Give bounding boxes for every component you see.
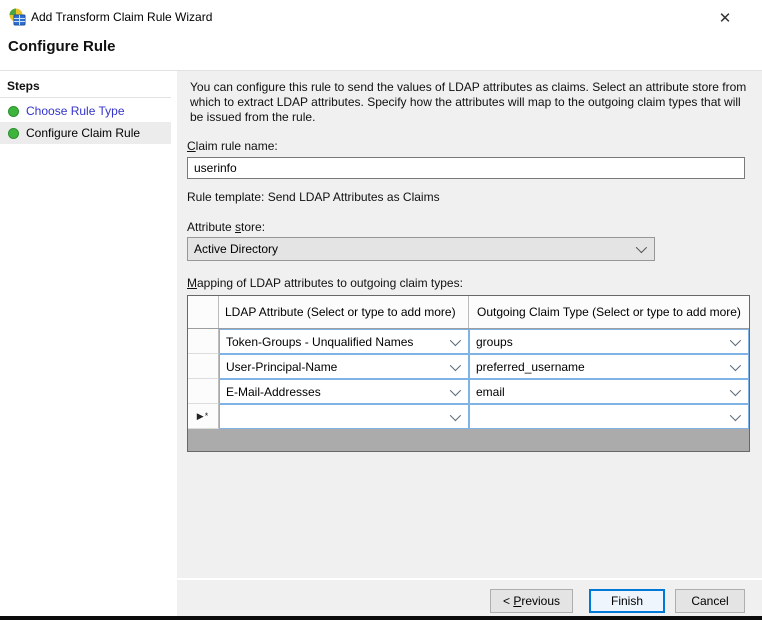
step-completed-icon xyxy=(8,128,19,139)
chevron-down-icon xyxy=(636,242,647,253)
steps-heading: Steps xyxy=(7,79,40,93)
cancel-button[interactable]: Cancel xyxy=(675,589,745,613)
step-completed-icon xyxy=(8,106,19,117)
table-row: User-Principal-Name preferred_username xyxy=(188,354,749,379)
close-icon[interactable]: ✕ xyxy=(714,7,736,29)
attribute-store-label: Attribute store: xyxy=(187,220,265,234)
row-selector-header xyxy=(188,296,219,328)
rule-template-text: Rule template: Send LDAP Attributes as C… xyxy=(187,190,440,204)
chevron-down-icon xyxy=(730,384,741,395)
rule-description: You can configure this rule to send the … xyxy=(190,80,752,125)
chevron-down-icon xyxy=(450,409,461,420)
table-empty-area xyxy=(188,429,749,451)
mapping-label: Mapping of LDAP attributes to outgoing c… xyxy=(187,276,463,290)
chevron-down-icon xyxy=(450,359,461,370)
outgoing-claim-type-column-header: Outgoing Claim Type (Select or type to a… xyxy=(469,296,749,328)
ldap-attribute-select[interactable]: E-Mail-Addresses xyxy=(219,379,469,404)
row-selector[interactable] xyxy=(188,379,219,404)
outgoing-claim-type-select[interactable]: groups xyxy=(469,329,749,354)
title-bar: Add Transform Claim Rule Wizard ✕ xyxy=(0,0,762,34)
chevron-down-icon xyxy=(730,334,741,345)
ldap-mapping-table: LDAP Attribute (Select or type to add mo… xyxy=(187,295,750,452)
row-selector[interactable] xyxy=(188,329,219,354)
chevron-down-icon xyxy=(450,384,461,395)
chevron-down-icon xyxy=(450,334,461,345)
row-selector[interactable] xyxy=(188,354,219,379)
table-row: E-Mail-Addresses email xyxy=(188,379,749,404)
ldap-attribute-select[interactable]: Token-Groups - Unqualified Names xyxy=(219,329,469,354)
window-bottom-edge xyxy=(0,616,762,620)
chevron-down-icon xyxy=(730,359,741,370)
page-title: Configure Rule xyxy=(8,38,116,55)
window-title: Add Transform Claim Rule Wizard xyxy=(31,10,212,24)
configure-rule-panel: You can configure this rule to send the … xyxy=(177,71,762,578)
outgoing-claim-type-select[interactable]: email xyxy=(469,379,749,404)
previous-button[interactable]: < Previous xyxy=(490,589,573,613)
ldap-attribute-select[interactable]: User-Principal-Name xyxy=(219,354,469,379)
ldap-attribute-column-header: LDAP Attribute (Select or type to add mo… xyxy=(219,296,469,328)
step-label: Configure Claim Rule xyxy=(26,126,140,140)
table-row: Token-Groups - Unqualified Names groups xyxy=(188,329,749,354)
outgoing-claim-type-select[interactable] xyxy=(469,404,749,429)
outgoing-claim-type-select[interactable]: preferred_username xyxy=(469,354,749,379)
chevron-down-icon xyxy=(730,409,741,420)
attribute-store-select[interactable]: Active Directory xyxy=(187,237,655,261)
finish-button[interactable]: Finish xyxy=(589,589,665,613)
steps-sidebar: Steps Choose Rule Type Configure Claim R… xyxy=(0,71,171,616)
button-bar: < Previous Finish Cancel xyxy=(177,580,762,616)
wizard-icon xyxy=(8,8,26,26)
add-transform-claim-rule-wizard-dialog: Add Transform Claim Rule Wizard ✕ Config… xyxy=(0,0,762,620)
sidebar-item-choose-rule-type[interactable]: Choose Rule Type xyxy=(0,100,171,122)
attribute-store-value: Active Directory xyxy=(188,242,636,256)
claim-rule-name-label: Claim rule name: xyxy=(187,139,278,153)
claim-rule-name-input[interactable] xyxy=(187,157,745,179)
table-new-row: ▶* xyxy=(188,404,749,429)
sidebar-item-configure-claim-rule[interactable]: Configure Claim Rule xyxy=(0,122,171,144)
steps-divider xyxy=(0,97,171,98)
table-header-row: LDAP Attribute (Select or type to add mo… xyxy=(188,296,749,329)
step-label: Choose Rule Type xyxy=(26,104,125,118)
ldap-attribute-select[interactable] xyxy=(219,404,469,429)
new-row-marker-icon[interactable]: ▶* xyxy=(188,404,219,429)
